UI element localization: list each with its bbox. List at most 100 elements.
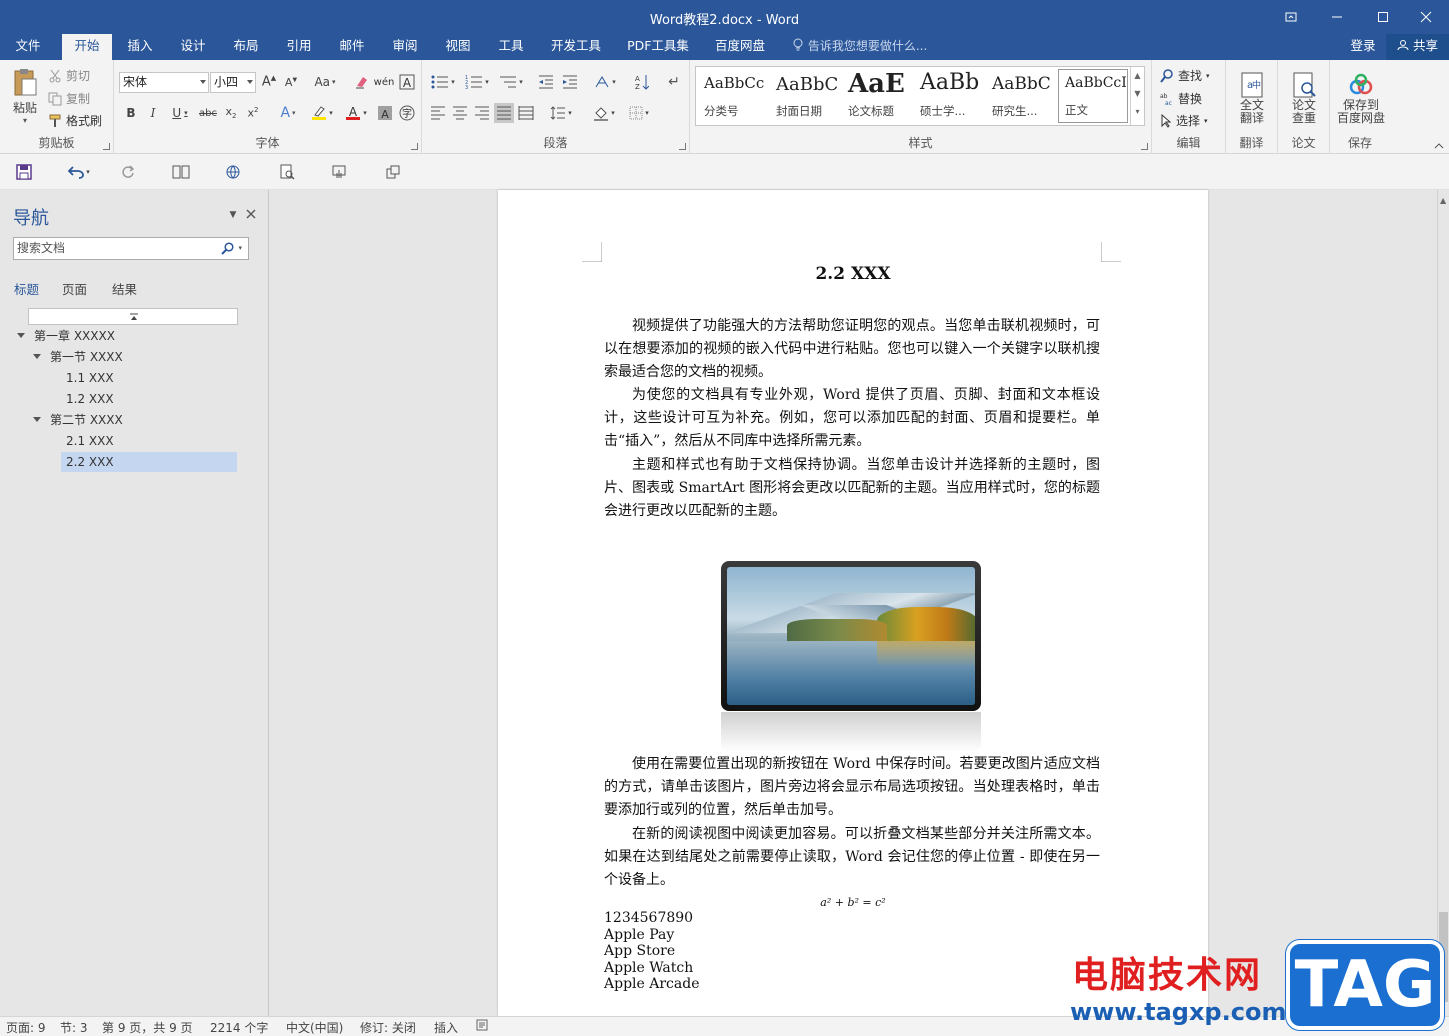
highlight-button[interactable]: ▾ bbox=[308, 103, 336, 123]
style-item[interactable]: AaE 论文标题 bbox=[842, 69, 912, 123]
search-document-input[interactable]: 搜索文档 ▾ bbox=[13, 237, 249, 260]
save-to-netdisk-button[interactable]: 保存到 百度网盘 bbox=[1332, 66, 1390, 130]
bold-button[interactable]: B bbox=[122, 103, 140, 123]
status-language[interactable]: 中文(中国) bbox=[286, 1019, 343, 1036]
tab-view[interactable]: 视图 bbox=[434, 34, 482, 60]
pane-options-button[interactable]: ▼ bbox=[226, 208, 240, 222]
scroll-up-icon[interactable]: ▲ bbox=[1440, 196, 1446, 205]
tab-home[interactable]: 开始 bbox=[62, 34, 112, 60]
align-left-button[interactable] bbox=[428, 103, 448, 123]
style-item[interactable]: AaBbC 封面日期 bbox=[770, 69, 840, 123]
undo-button[interactable]: ▾ bbox=[62, 163, 96, 181]
font-dialog-launcher[interactable] bbox=[411, 143, 418, 150]
style-item[interactable]: AaBbC 研究生... bbox=[986, 69, 1056, 123]
format-painter-button[interactable]: 格式刷 bbox=[48, 112, 102, 129]
justify-button[interactable] bbox=[494, 103, 514, 123]
copy-button[interactable]: 复制 bbox=[48, 90, 90, 107]
cut-button[interactable]: 剪切 bbox=[48, 67, 90, 84]
search-button[interactable]: ▾ bbox=[221, 238, 242, 259]
nav-tab-pages[interactable]: 页面 bbox=[62, 279, 87, 298]
web-layout-button[interactable] bbox=[222, 163, 244, 181]
clear-formatting-button[interactable] bbox=[352, 72, 372, 92]
redo-button[interactable] bbox=[118, 163, 138, 181]
tab-review[interactable]: 审阅 bbox=[381, 34, 429, 60]
character-shading-button[interactable]: A bbox=[376, 103, 394, 123]
reading-mode-button[interactable] bbox=[170, 163, 192, 181]
align-center-button[interactable] bbox=[450, 103, 470, 123]
status-page[interactable]: 页面: 9 bbox=[6, 1019, 46, 1036]
nav-heading-1-2[interactable]: 1.2 XXX bbox=[62, 389, 118, 409]
share-button[interactable]: 共享 bbox=[1386, 34, 1449, 60]
paragraph-dialog-launcher[interactable] bbox=[679, 143, 686, 150]
increase-indent-button[interactable] bbox=[560, 72, 580, 92]
style-item[interactable]: AaBb 硕士学... bbox=[914, 69, 984, 123]
vertical-scrollbar[interactable]: ▲ bbox=[1437, 190, 1449, 1016]
nav-heading-1-1[interactable]: 1.1 XXX bbox=[62, 368, 118, 388]
nav-tab-headings[interactable]: 标题 bbox=[14, 279, 39, 298]
tab-insert[interactable]: 插入 bbox=[116, 34, 164, 60]
styles-dialog-launcher[interactable] bbox=[1141, 143, 1148, 150]
status-page-count[interactable]: 第 9 页，共 9 页 bbox=[102, 1019, 193, 1036]
font-name-combo[interactable]: 宋体 bbox=[119, 72, 209, 93]
tab-pdf-tools[interactable]: PDF工具集 bbox=[620, 34, 696, 60]
tab-layout[interactable]: 布局 bbox=[222, 34, 270, 60]
decrease-indent-button[interactable] bbox=[536, 72, 556, 92]
expand-collapse-icon[interactable] bbox=[17, 333, 25, 338]
nav-heading-2-1[interactable]: 2.1 XXX bbox=[62, 431, 118, 451]
document-page[interactable]: 2.2 XXX 视频提供了功能强大的方法帮助您证明您的观点。当您单击联机视频时，… bbox=[498, 190, 1208, 1016]
character-border-button[interactable]: A bbox=[398, 72, 416, 92]
nav-heading-section1[interactable]: 第一节 XXXX bbox=[46, 347, 127, 367]
multilevel-list-button[interactable]: ▾ bbox=[496, 72, 526, 92]
nav-heading-section2[interactable]: 第二节 XXXX bbox=[46, 410, 127, 430]
status-word-count[interactable]: 2214 个字 bbox=[210, 1019, 268, 1036]
show-marks-button[interactable]: ↵ bbox=[664, 72, 684, 92]
numbering-button[interactable]: 1 2 3 ▾ bbox=[462, 72, 492, 92]
line-spacing-button[interactable]: ▾ bbox=[546, 103, 576, 123]
bullets-button[interactable]: ▾ bbox=[428, 72, 458, 92]
select-button[interactable]: 选择 ▾ bbox=[1160, 112, 1208, 129]
tab-design[interactable]: 设计 bbox=[169, 34, 217, 60]
borders-button[interactable]: ▾ bbox=[624, 103, 654, 123]
grow-font-button[interactable]: A▲ bbox=[260, 72, 278, 92]
clipboard-dialog-launcher[interactable] bbox=[103, 143, 110, 150]
collapse-ribbon-button[interactable] bbox=[1433, 140, 1445, 152]
expand-collapse-icon[interactable] bbox=[33, 354, 41, 359]
expand-collapse-icon[interactable] bbox=[33, 417, 41, 422]
login-button[interactable]: 登录 bbox=[1342, 34, 1384, 60]
equation[interactable]: a² + b² = c² bbox=[498, 896, 1208, 909]
tab-file[interactable]: 文件 bbox=[4, 34, 52, 60]
full-translate-button[interactable]: a中 全文 翻译 bbox=[1232, 66, 1272, 130]
pane-close-button[interactable] bbox=[243, 206, 259, 222]
change-case-button[interactable]: Aa ▾ bbox=[310, 72, 340, 92]
text-effects-button[interactable]: A ▾ bbox=[274, 103, 302, 123]
paste-button[interactable]: 粘贴 ▾ bbox=[8, 66, 42, 126]
italic-button[interactable]: I bbox=[144, 103, 162, 123]
align-right-button[interactable] bbox=[472, 103, 492, 123]
print-preview-button[interactable] bbox=[276, 163, 298, 181]
strikethrough-button[interactable]: abc bbox=[198, 103, 218, 123]
subscript-button[interactable]: x2 bbox=[222, 103, 240, 123]
distributed-button[interactable] bbox=[516, 103, 536, 123]
chinese-layout-button[interactable]: ▾ bbox=[590, 72, 620, 92]
nav-heading-chapter1[interactable]: 第一章 XXXXX bbox=[30, 326, 119, 346]
landscape-picture[interactable] bbox=[721, 561, 981, 711]
font-color-button[interactable]: A ▾ bbox=[342, 103, 370, 123]
underline-button[interactable]: U ▾ bbox=[166, 103, 194, 123]
collapse-all-button[interactable] bbox=[28, 308, 238, 325]
save-button[interactable] bbox=[14, 163, 34, 181]
shrink-font-button[interactable]: A▼ bbox=[282, 72, 300, 92]
macro-icon[interactable] bbox=[476, 1019, 488, 1034]
tab-references[interactable]: 引用 bbox=[275, 34, 323, 60]
ribbon-display-options-button[interactable] bbox=[1268, 0, 1314, 34]
customize-toolbar-button[interactable] bbox=[382, 163, 404, 181]
find-button[interactable]: 查找 ▾ bbox=[1160, 67, 1210, 84]
enclose-characters-button[interactable]: 字 bbox=[398, 103, 416, 123]
shading-button[interactable]: ▾ bbox=[588, 103, 620, 123]
tab-baidu-netdisk[interactable]: 百度网盘 bbox=[706, 34, 774, 60]
tab-mailings[interactable]: 邮件 bbox=[328, 34, 376, 60]
status-track-changes[interactable]: 修订: 关闭 bbox=[360, 1019, 416, 1036]
tell-me-search[interactable]: 告诉我您想要做什么... bbox=[792, 34, 927, 60]
sort-button[interactable]: AZ bbox=[632, 72, 652, 92]
tab-tools[interactable]: 工具 bbox=[487, 34, 535, 60]
paper-check-button[interactable]: 论文 查重 bbox=[1284, 66, 1324, 130]
